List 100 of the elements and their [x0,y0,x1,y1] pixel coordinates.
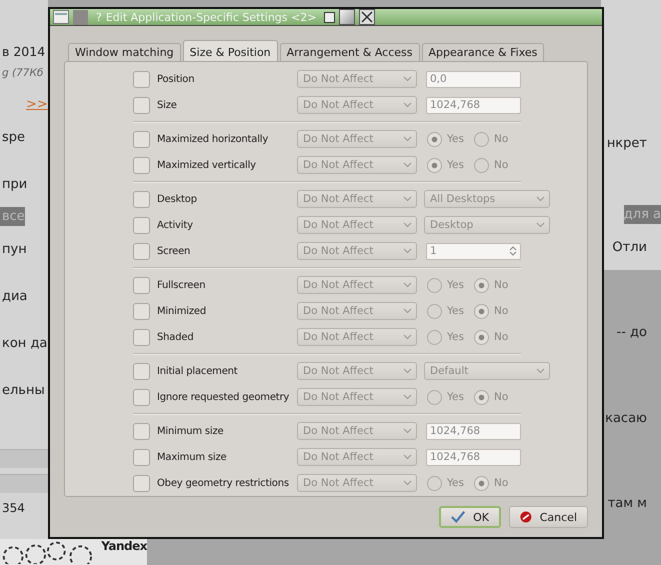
setting-label: Shaded [157,332,194,342]
checkbox[interactable] [133,156,150,174]
page-text: при [1,176,28,194]
page-text: пун [1,241,28,260]
radio-label: Yes [447,391,465,403]
chevron-icon [403,394,412,400]
checkbox[interactable] [133,328,150,346]
input-field[interactable]: 0,0 [426,70,521,88]
chevron-icon [403,196,412,202]
policy-dropdown[interactable]: Do Not Affect [297,242,417,260]
radio-label: No [494,477,510,489]
page-link[interactable]: >> [0,95,48,114]
radio-button[interactable] [474,476,489,490]
page-text: касаю [604,410,648,428]
page-text: Отли [611,239,648,258]
spin-arrows-icon [509,245,517,257]
page-text: кон да [1,334,48,353]
radio-button[interactable] [474,278,489,292]
policy-dropdown[interactable]: Do Not Affect [297,130,417,148]
radio-button[interactable] [474,330,489,344]
radio-button[interactable] [427,132,442,146]
checkbox[interactable] [133,96,150,114]
policy-dropdown[interactable]: Do Not Affect [297,362,417,380]
policy-dropdown[interactable]: Do Not Affect [297,190,417,208]
policy-dropdown[interactable]: Do Not Affect [297,156,417,174]
policy-dropdown[interactable]: Do Not Affect [297,388,417,406]
checkbox[interactable] [133,190,150,208]
page-text: нкрет [606,135,648,153]
radio-button[interactable] [474,390,489,404]
value-dropdown[interactable]: Desktop [424,216,550,234]
radio-button[interactable] [427,476,442,490]
setting-label: Desktop [157,194,198,204]
window-icon [53,10,69,24]
tab[interactable]: Size & Position [182,40,278,61]
page-text: 354 [1,500,25,518]
checkbox[interactable] [133,70,150,88]
page-text: spe [1,129,26,147]
value-dropdown[interactable]: Default [424,362,550,380]
spin-box[interactable]: 1 [426,242,521,260]
radio-button[interactable] [427,278,442,292]
radio-label: Yes [447,159,465,171]
chevron-icon [403,282,412,288]
policy-dropdown[interactable]: Do Not Affect [297,474,417,492]
radio-label: No [494,305,510,317]
page-text: диа [1,288,28,306]
radio-button[interactable] [427,390,442,404]
chevron-icon [536,222,545,228]
radio-button[interactable] [474,304,489,318]
policy-dropdown[interactable]: Do Not Affect [297,96,417,114]
radio-label: No [494,331,510,343]
policy-dropdown[interactable]: Do Not Affect [297,448,417,466]
checkmark-icon [451,510,466,524]
page-text: g (77Кб [1,66,44,81]
close-icon[interactable] [359,9,376,25]
help-button[interactable]: ? [96,10,102,24]
radio-button[interactable] [427,330,442,344]
minimize-button[interactable] [324,12,336,22]
chevron-icon [403,368,412,374]
policy-dropdown[interactable]: Do Not Affect [297,70,417,88]
maximize-button[interactable] [339,9,356,25]
page-text: ельны [1,382,46,400]
radio-label: Yes [447,279,465,291]
checkbox[interactable] [133,276,150,294]
checkbox[interactable] [133,130,150,148]
policy-dropdown[interactable]: Do Not Affect [297,328,417,346]
policy-dropdown[interactable]: Do Not Affect [297,302,417,320]
checkbox[interactable] [133,242,150,260]
setting-label: Minimum size [157,426,225,436]
checkbox[interactable] [133,448,150,466]
page-text: в 2014 [1,43,46,61]
setting-label: Maximum size [157,452,228,462]
checkbox[interactable] [133,216,150,234]
checkbox[interactable] [133,474,150,492]
checkbox[interactable] [133,362,150,380]
ok-button[interactable]: OK [439,506,501,528]
pin-button[interactable] [73,10,88,24]
input-field[interactable]: 1024,768 [426,422,521,440]
setting-label: Ignore requested geometry [157,392,290,402]
setting-label: Initial placement [157,366,239,376]
cancel-button[interactable]: Cancel [509,506,588,528]
radio-button[interactable] [474,132,489,146]
radio-button[interactable] [427,304,442,318]
chevron-icon [403,428,412,434]
page-text: -- до [616,324,648,342]
input-field[interactable]: 1024,768 [426,448,521,466]
input-field[interactable]: 1024,768 [426,96,521,114]
checkbox[interactable] [133,302,150,320]
tab[interactable]: Arrangement & Access [280,43,420,61]
checkbox[interactable] [133,388,150,406]
policy-dropdown[interactable]: Do Not Affect [297,276,417,294]
policy-dropdown[interactable]: Do Not Affect [297,216,417,234]
setting-label: Fullscreen [157,280,206,290]
tab[interactable]: Window matching [68,43,181,61]
radio-button[interactable] [427,158,442,172]
value-dropdown[interactable]: All Desktops [424,190,550,208]
radio-button[interactable] [474,158,489,172]
policy-dropdown[interactable]: Do Not Affect [297,422,417,440]
page-text: для а [624,205,661,224]
checkbox[interactable] [133,422,150,440]
tab[interactable]: Appearance & Fixes [422,43,544,61]
